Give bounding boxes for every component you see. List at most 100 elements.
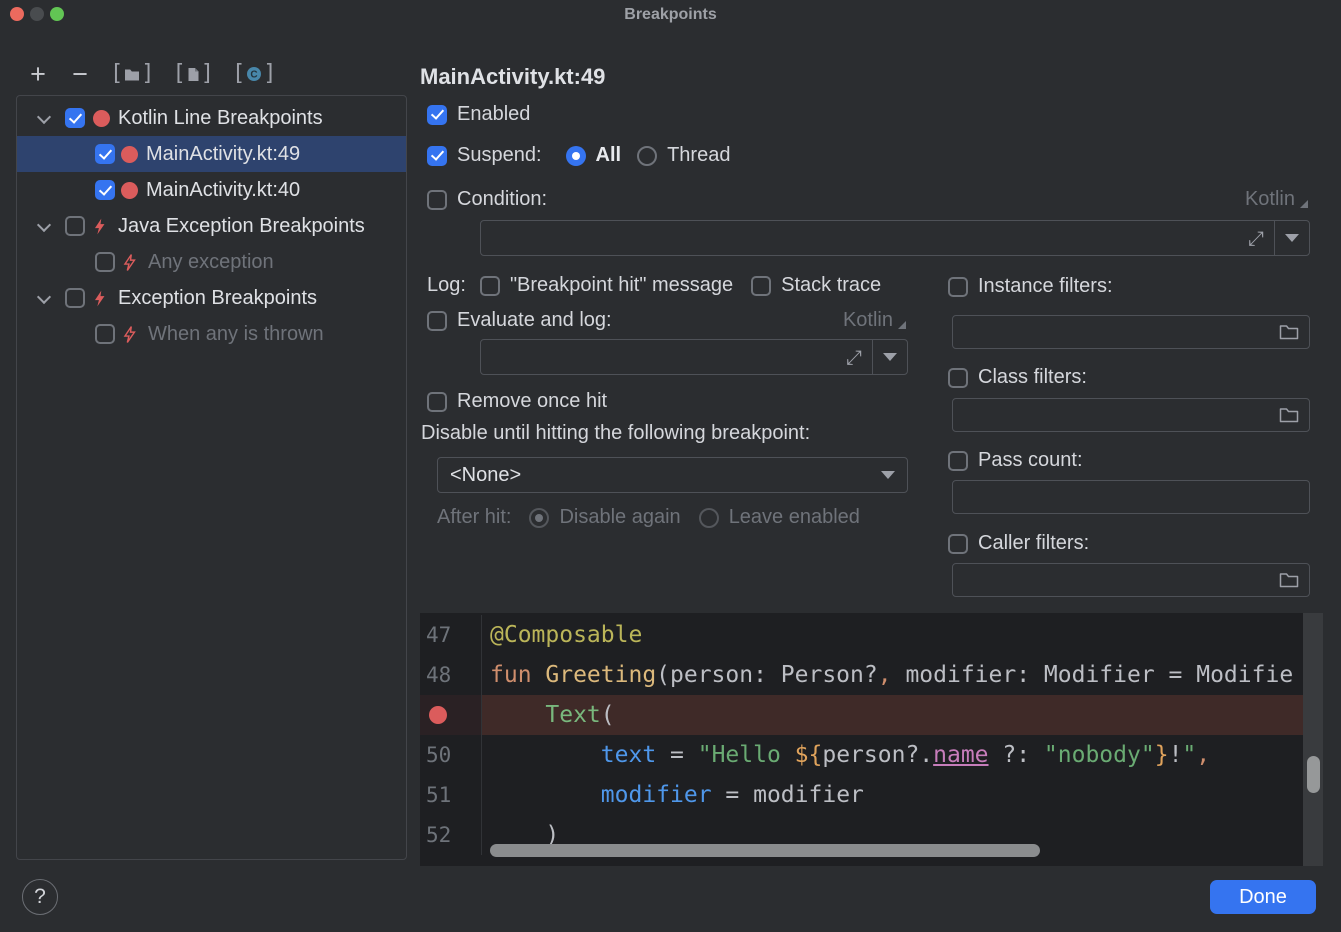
group-by-file-button[interactable]: [ ] [173, 63, 215, 85]
log-message-checkbox[interactable] [480, 276, 500, 296]
group-by-package-button[interactable]: [ ] [110, 63, 155, 85]
evaluate-checkbox[interactable] [427, 311, 447, 331]
tree-item-mainactivity-49[interactable]: MainActivity.kt:49 [17, 136, 406, 172]
caller-filters-checkbox[interactable] [948, 534, 968, 554]
tree-item-label: Java Exception Breakpoints [118, 215, 365, 238]
line-number: 52 [420, 815, 482, 855]
code-token: = [656, 742, 698, 768]
after-hit-disable-radio[interactable] [529, 508, 549, 528]
enabled-checkbox[interactable] [427, 105, 447, 125]
evaluate-history-button[interactable] [873, 340, 907, 374]
instance-filters-browse-button[interactable] [1269, 316, 1309, 348]
breakpoint-dot-icon [121, 146, 138, 163]
add-breakpoint-button[interactable]: + [26, 60, 50, 88]
after-hit-leave-radio[interactable] [699, 508, 719, 528]
remove-once-hit-label: Remove once hit [457, 390, 607, 413]
chevron-down-icon [883, 353, 897, 361]
code-text: text = "Hello ${person?.name ?: "nobody"… [482, 735, 1303, 775]
chevron-down-icon[interactable] [37, 291, 51, 305]
checkbox-checked[interactable] [95, 144, 115, 164]
instance-filters-field [952, 315, 1310, 349]
bracket-icon: ] [141, 63, 154, 85]
exception-bolt-icon [91, 217, 110, 236]
caller-filters-browse-button[interactable] [1269, 564, 1309, 596]
tree-item-java-exception-breakpoints[interactable]: Java Exception Breakpoints [17, 208, 406, 244]
line-number: 50 [420, 735, 482, 775]
suspend-all-radio[interactable] [566, 146, 586, 166]
pass-count-checkbox[interactable] [948, 451, 968, 471]
instance-filters-label: Instance filters: [978, 275, 1113, 298]
tree-item-mainactivity-40[interactable]: MainActivity.kt:40 [17, 172, 406, 208]
checkbox-unchecked[interactable] [95, 324, 115, 344]
chevron-down-icon[interactable] [37, 219, 51, 233]
checkbox-unchecked[interactable] [65, 288, 85, 308]
code-token: "nobody" [1044, 742, 1155, 768]
suspend-thread-label: Thread [667, 144, 730, 167]
language-expand-triangle-icon [898, 321, 906, 329]
help-label: ? [34, 885, 46, 909]
horizontal-scrollbar-thumb[interactable] [490, 844, 1040, 857]
code-token: ${ [795, 742, 823, 768]
code-token: ! [1169, 742, 1183, 768]
checkbox-checked[interactable] [95, 180, 115, 200]
code-text: @Composable [482, 615, 1303, 655]
checkbox-unchecked[interactable] [95, 252, 115, 272]
code-token [490, 702, 545, 728]
breakpoint-dot-icon[interactable] [429, 706, 447, 724]
class-filters-input[interactable] [953, 399, 1269, 431]
instance-filters-checkbox[interactable] [948, 277, 968, 297]
tree-item-kotlin-line-breakpoints[interactable]: Kotlin Line Breakpoints [17, 100, 406, 136]
class-filters-browse-button[interactable] [1269, 399, 1309, 431]
condition-checkbox[interactable] [427, 190, 447, 210]
suspend-thread-radio[interactable] [637, 146, 657, 166]
condition-history-button[interactable] [1275, 221, 1309, 255]
checkbox-unchecked[interactable] [65, 216, 85, 236]
log-row: Log: "Breakpoint hit" message Stack trac… [427, 274, 881, 297]
condition-field: ⤢ [480, 220, 1310, 256]
code-token: name [933, 742, 988, 768]
breakpoints-toolbar: + − [ ] [ ] [ C ] [26, 59, 277, 89]
tree-item-label: Any exception [148, 251, 274, 274]
expand-editor-icon[interactable]: ⤢ [1238, 221, 1274, 255]
expand-editor-icon[interactable]: ⤢ [836, 340, 872, 374]
exception-bolt-outline-icon [121, 253, 140, 272]
condition-input[interactable] [481, 221, 1238, 255]
disable-until-dropdown[interactable]: <None> [437, 457, 908, 493]
class-filters-checkbox[interactable] [948, 368, 968, 388]
code-token: , [1196, 742, 1210, 768]
group-by-class-button[interactable]: [ C ] [232, 63, 277, 85]
vertical-scrollbar-thumb[interactable] [1307, 756, 1320, 793]
code-token: " [1182, 742, 1196, 768]
log-label: Log: [427, 274, 466, 297]
breakpoints-tree: Kotlin Line Breakpoints MainActivity.kt:… [16, 95, 407, 860]
chevron-down-icon [1285, 234, 1299, 242]
pass-count-input[interactable] [953, 481, 1309, 513]
code-token: modifier: Modifier = Modifie [892, 662, 1294, 688]
code-token: @Composable [490, 622, 642, 648]
bracket-icon: ] [263, 63, 276, 85]
tree-item-label: When any is thrown [148, 323, 324, 346]
folder-icon [1279, 407, 1299, 423]
evaluate-language-selector[interactable]: Kotlin [836, 309, 906, 332]
tree-item-label: MainActivity.kt:49 [146, 143, 300, 166]
checkbox-checked[interactable] [65, 108, 85, 128]
instance-filters-input[interactable] [953, 316, 1269, 348]
vertical-scrollbar[interactable] [1303, 613, 1323, 866]
suspend-checkbox[interactable] [427, 146, 447, 166]
caller-filters-input[interactable] [953, 564, 1269, 596]
stack-trace-checkbox[interactable] [751, 276, 771, 296]
chevron-down-icon[interactable] [37, 111, 51, 125]
help-button[interactable]: ? [22, 879, 58, 915]
evaluate-input[interactable] [481, 340, 836, 374]
tree-item-any-exception[interactable]: Any exception [17, 244, 406, 280]
remove-once-hit-checkbox[interactable] [427, 392, 447, 412]
done-button[interactable]: Done [1210, 880, 1316, 914]
remove-breakpoint-button[interactable]: − [68, 60, 92, 88]
code-line: 51 modifier = modifier [420, 775, 1303, 815]
tree-item-exception-breakpoints[interactable]: Exception Breakpoints [17, 280, 406, 316]
tree-item-when-any-is-thrown[interactable]: When any is thrown [17, 316, 406, 352]
condition-language-selector[interactable]: Kotlin [1238, 188, 1308, 211]
code-text: fun Greeting(person: Person?, modifier: … [482, 655, 1303, 695]
code-preview: 47@Composable48fun Greeting(person: Pers… [420, 613, 1323, 866]
code-token: modifier [753, 782, 864, 808]
